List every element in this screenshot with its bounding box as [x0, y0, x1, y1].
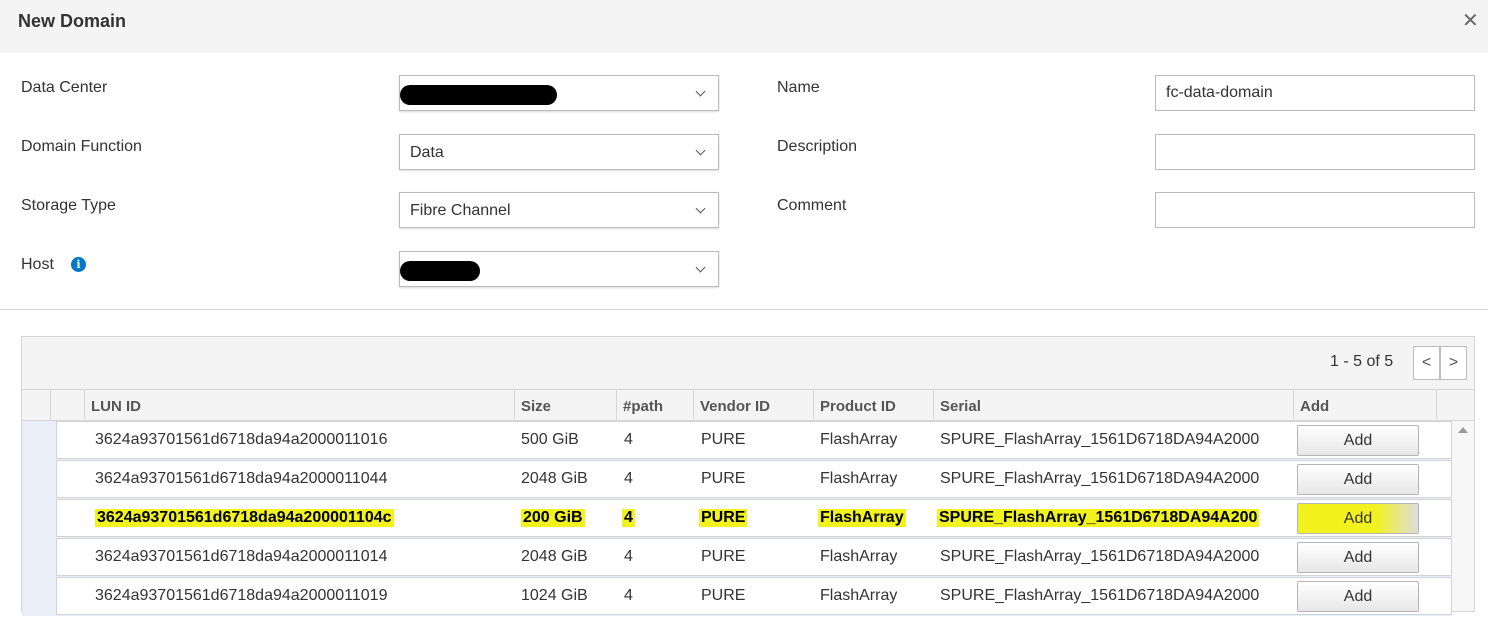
header-vendor-id[interactable]: Vendor ID: [693, 390, 813, 420]
add-button[interactable]: Add: [1297, 581, 1419, 612]
lun-id-cell: 3624a93701561d6718da94a2000011014: [95, 548, 388, 565]
table-row: 3624a93701561d6718da94a2000011044 2048 G…: [22, 460, 1452, 499]
pager-count: 1 - 5 of 5: [1330, 353, 1394, 370]
header-select-column: [50, 390, 84, 420]
vendor-id-text: PURE: [699, 509, 748, 527]
path-cell: 4: [624, 470, 633, 487]
size-cell: 200 GiB: [521, 509, 585, 527]
vendor-id-cell: PURE: [701, 587, 746, 604]
name-field[interactable]: [1155, 75, 1475, 111]
table-row-highlighted: 3624a93701561d6718da94a200001104c 200 Gi…: [22, 499, 1452, 538]
description-label: Description: [777, 138, 858, 155]
serial-cell: SPURE_FlashArray_1561D6718DA94A2000: [940, 470, 1260, 487]
header-spacer: [22, 390, 50, 420]
size-cell: 2048 GiB: [521, 548, 588, 565]
add-button[interactable]: Add: [1297, 464, 1419, 495]
header-lun-id[interactable]: LUN ID: [84, 390, 514, 420]
header-add: Add: [1293, 390, 1436, 420]
host-select[interactable]: [399, 251, 719, 287]
product-id-cell: FlashArray: [820, 548, 898, 565]
lun-id-text: 3624a93701561d6718da94a200001104c: [95, 509, 394, 527]
chevron-down-icon: [695, 145, 706, 156]
product-id-cell: FlashArray: [820, 587, 898, 604]
vendor-id-cell: PURE: [699, 509, 748, 527]
lun-table: 1 - 5 of 5 < > LUN ID Size #path Vendor …: [21, 336, 1475, 616]
close-icon[interactable]: ✕: [1462, 8, 1479, 33]
add-button[interactable]: Add: [1297, 425, 1419, 456]
table-header: LUN ID Size #path Vendor ID Product ID S…: [22, 389, 1474, 421]
header-size[interactable]: Size: [514, 390, 616, 420]
domain-function-select[interactable]: Data: [399, 134, 719, 170]
add-button[interactable]: Add: [1297, 503, 1419, 534]
storage-type-label: Storage Type: [21, 197, 116, 214]
product-id-cell: FlashArray: [820, 470, 898, 487]
host-label: Host: [21, 256, 54, 273]
serial-cell: SPURE_FlashArray_1561D6718DA94A2000: [940, 431, 1260, 448]
path-cell: 4: [622, 509, 635, 527]
vendor-id-cell: PURE: [701, 431, 746, 448]
name-label: Name: [777, 79, 820, 96]
size-cell: 1024 GiB: [521, 587, 588, 604]
redacted-value: [400, 261, 480, 281]
row-content: 3624a93701561d6718da94a2000011019 1024 G…: [56, 577, 1452, 615]
path-cell: 4: [624, 431, 633, 448]
header-serial[interactable]: Serial: [933, 390, 1293, 420]
header-path[interactable]: #path: [616, 390, 693, 420]
product-id-text: FlashArray: [818, 509, 906, 527]
comment-label: Comment: [777, 197, 847, 214]
dialog-title: New Domain: [18, 11, 127, 31]
size-cell: 500 GiB: [521, 431, 579, 448]
lun-id-cell: 3624a93701561d6718da94a2000011019: [95, 587, 388, 604]
row-content: 3624a93701561d6718da94a200001104c 200 Gi…: [56, 499, 1452, 537]
row-content: 3624a93701561d6718da94a2000011044 2048 G…: [56, 460, 1452, 498]
add-button[interactable]: Add: [1297, 542, 1419, 573]
path-cell: 4: [624, 587, 633, 604]
product-id-cell: FlashArray: [818, 509, 906, 527]
info-icon[interactable]: i: [71, 257, 86, 272]
vendor-id-cell: PURE: [701, 548, 746, 565]
product-id-cell: FlashArray: [820, 431, 898, 448]
comment-field[interactable]: [1155, 192, 1475, 228]
domain-function-value: Data: [410, 144, 444, 161]
row-content: 3624a93701561d6718da94a2000011016 500 Gi…: [56, 421, 1452, 459]
data-center-label: Data Center: [21, 79, 108, 96]
scroll-up-arrow-icon[interactable]: [1458, 427, 1468, 433]
description-field[interactable]: [1155, 134, 1475, 170]
chevron-down-icon: [695, 203, 706, 214]
lun-id-cell: 3624a93701561d6718da94a200001104c: [95, 509, 394, 527]
path-cell: 4: [624, 548, 633, 565]
chevron-down-icon: [695, 86, 706, 97]
path-text: 4: [622, 509, 635, 527]
table-toolbar: 1 - 5 of 5 < >: [22, 337, 1474, 389]
serial-text: SPURE_FlashArray_1561D6718DA94A200: [937, 509, 1260, 527]
next-page-button[interactable]: >: [1440, 346, 1467, 380]
table-scrollbar[interactable]: [1452, 421, 1474, 611]
table-row: 3624a93701561d6718da94a2000011014 2048 G…: [22, 538, 1452, 577]
lun-id-cell: 3624a93701561d6718da94a2000011016: [95, 431, 388, 448]
serial-cell: SPURE_FlashArray_1561D6718DA94A2000: [940, 587, 1260, 604]
table-row: 3624a93701561d6718da94a2000011016 500 Gi…: [22, 421, 1452, 460]
serial-cell: SPURE_FlashArray_1561D6718DA94A200: [937, 509, 1277, 527]
dialog-header: New Domain ✕: [0, 0, 1488, 53]
data-center-select[interactable]: [399, 75, 719, 111]
row-content: 3624a93701561d6718da94a2000011014 2048 G…: [56, 538, 1452, 576]
header-end: [1436, 390, 1474, 420]
storage-type-value: Fibre Channel: [410, 202, 511, 219]
size-cell: 2048 GiB: [521, 470, 588, 487]
redacted-value: [400, 85, 557, 105]
serial-cell: SPURE_FlashArray_1561D6718DA94A2000: [940, 548, 1260, 565]
storage-type-select[interactable]: Fibre Channel: [399, 192, 719, 228]
header-product-id[interactable]: Product ID: [813, 390, 933, 420]
chevron-down-icon: [695, 262, 706, 273]
section-divider: [0, 309, 1488, 310]
size-text: 200 GiB: [521, 509, 585, 527]
table-row: 3624a93701561d6718da94a2000011019 1024 G…: [22, 577, 1452, 616]
prev-page-button[interactable]: <: [1413, 346, 1440, 380]
lun-id-cell: 3624a93701561d6718da94a2000011044: [95, 470, 388, 487]
vendor-id-cell: PURE: [701, 470, 746, 487]
domain-function-label: Domain Function: [21, 138, 142, 155]
